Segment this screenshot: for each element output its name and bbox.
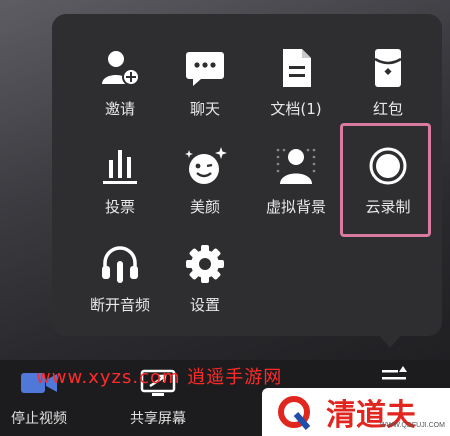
add-user-icon bbox=[96, 44, 144, 92]
watermark-text: www.xyzs.com 逍遥手游网 bbox=[36, 367, 283, 388]
virtual-background-icon bbox=[272, 142, 320, 190]
popup-tail bbox=[378, 334, 402, 348]
menu-item-label: 聊天 bbox=[189, 100, 220, 118]
menu-item-label: 美颜 bbox=[189, 198, 220, 216]
more-menu-button[interactable] bbox=[376, 364, 412, 388]
beauty-icon bbox=[181, 142, 229, 190]
menu-item-label: 断开音频 bbox=[89, 296, 150, 314]
brand-url: WWW.QDFUJI.COM bbox=[380, 422, 445, 429]
share-screen-label: 共享屏幕 bbox=[130, 411, 186, 427]
menu-item-label: 虚拟背景 bbox=[265, 198, 326, 216]
menu-item-label: 红包 bbox=[372, 100, 403, 118]
gear-icon bbox=[181, 240, 229, 288]
brand-logo-icon bbox=[278, 396, 311, 430]
chat-icon bbox=[181, 44, 229, 92]
menu-item-label: 邀请 bbox=[104, 100, 135, 118]
more-icon bbox=[378, 364, 410, 388]
red-envelope-icon bbox=[364, 44, 412, 92]
vote-icon bbox=[96, 142, 144, 190]
menu-item-invite[interactable]: 邀请 bbox=[72, 36, 168, 132]
menu-item-label: 文档(1) bbox=[270, 100, 322, 118]
brand-logo: 清道夫 WWW.QDFUJI.COM bbox=[262, 388, 450, 436]
menu-item-settings[interactable]: 设置 bbox=[157, 232, 253, 328]
menu-item-disconnect-audio[interactable]: 断开音频 bbox=[72, 232, 168, 328]
menu-item-vote[interactable]: 投票 bbox=[72, 134, 168, 230]
menu-item-label: 设置 bbox=[189, 296, 220, 314]
document-icon bbox=[272, 44, 320, 92]
cloud-record-highlight-box bbox=[340, 123, 431, 237]
headphones-icon bbox=[96, 240, 144, 288]
menu-item-beauty[interactable]: 美颜 bbox=[157, 134, 253, 230]
menu-item-chat[interactable]: 聊天 bbox=[157, 36, 253, 132]
menu-item-virtual-background[interactable]: 虚拟背景 bbox=[248, 134, 344, 230]
stop-video-label: 停止视频 bbox=[11, 411, 67, 427]
menu-item-label: 投票 bbox=[104, 198, 135, 216]
menu-item-documents[interactable]: 文档(1) bbox=[248, 36, 344, 132]
menu-item-red-envelope[interactable]: 红包 bbox=[340, 36, 436, 132]
